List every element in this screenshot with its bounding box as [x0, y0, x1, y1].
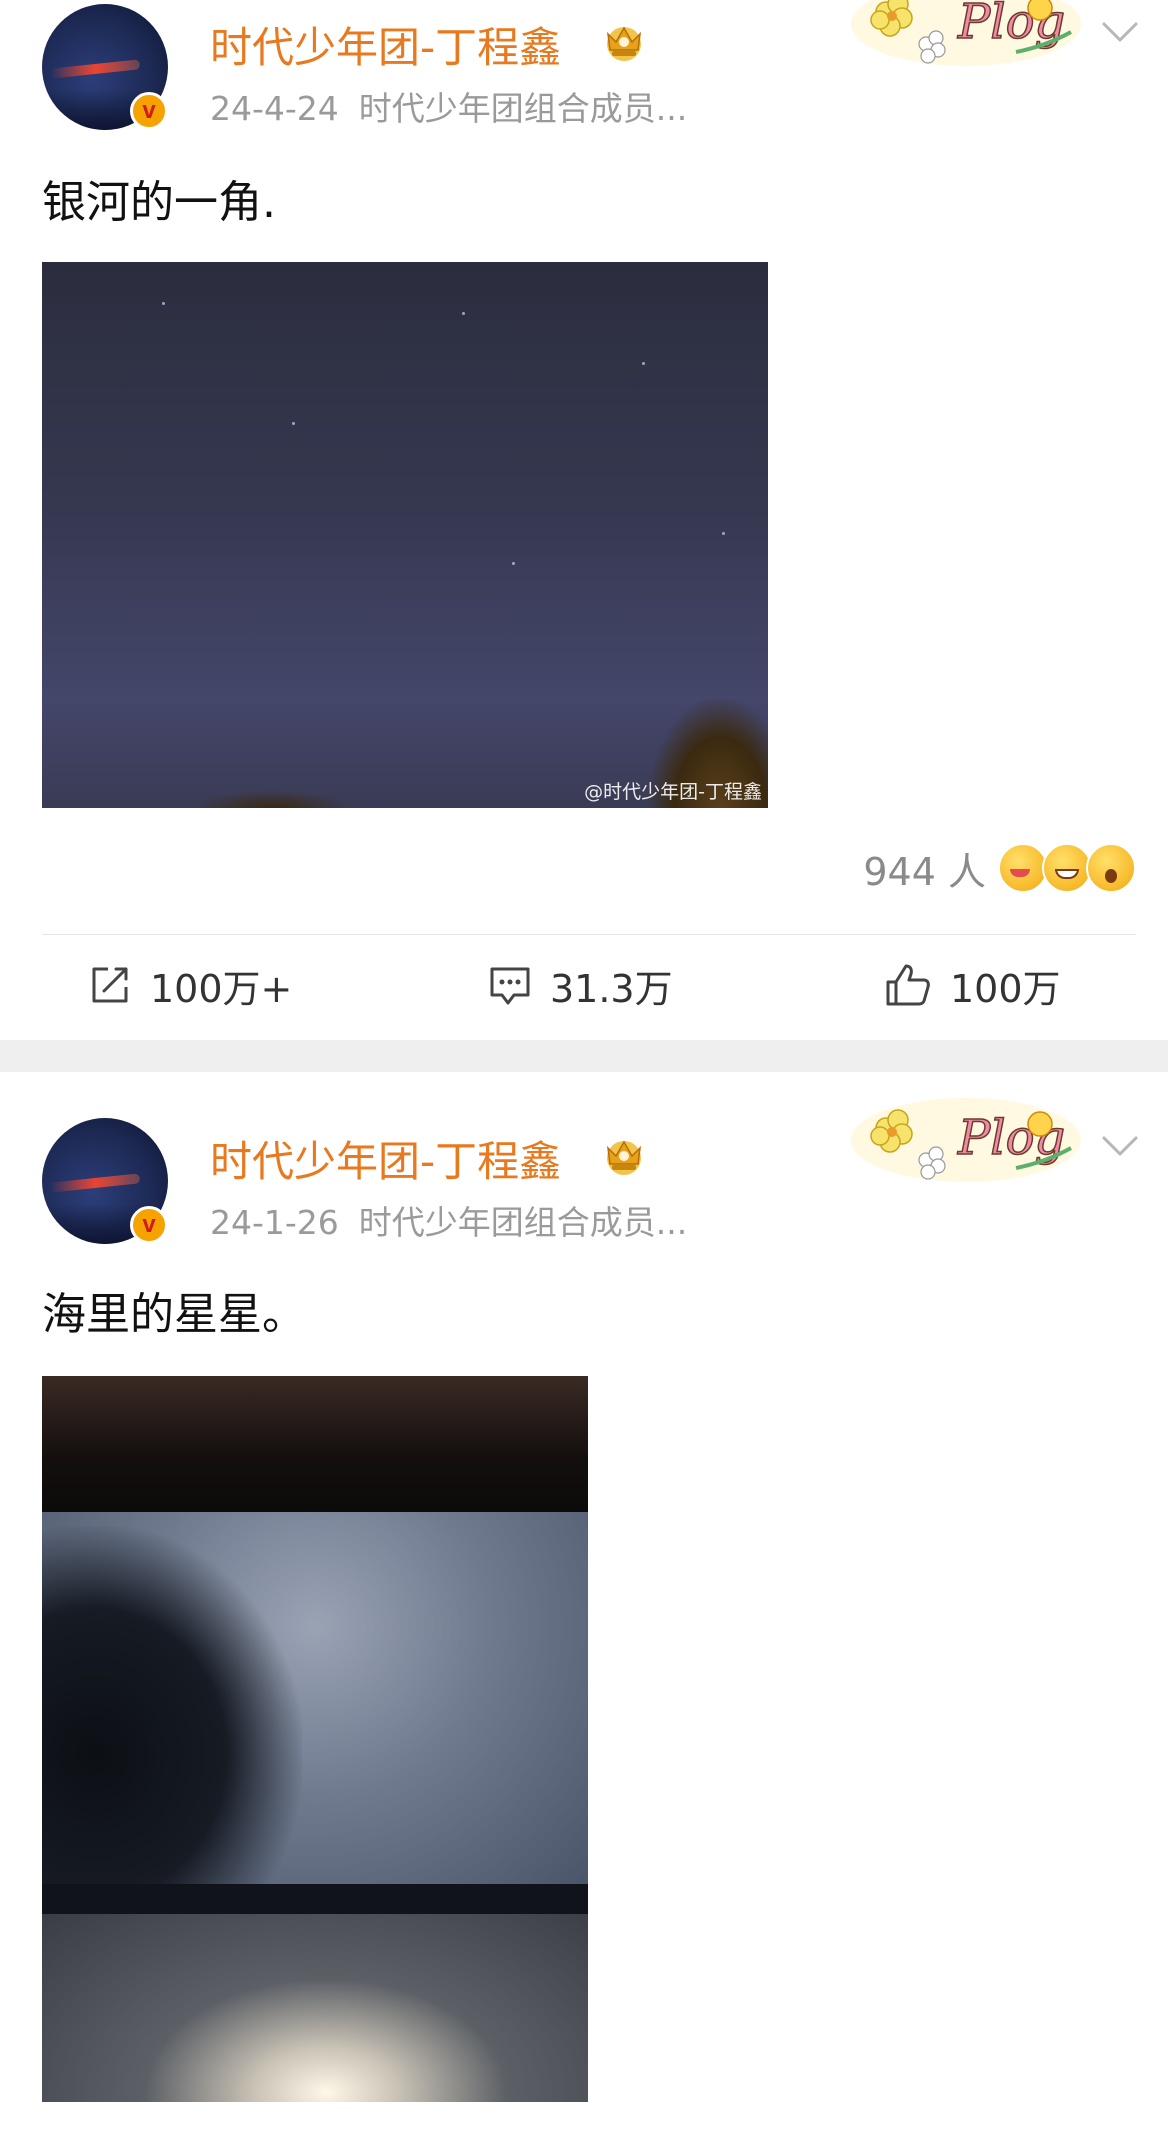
tree-silhouette [42, 1526, 302, 1906]
comment-button[interactable]: 31.3万 [488, 950, 673, 1020]
post-date: 24-4-24 [210, 89, 339, 128]
laugh-emoji-icon [1042, 843, 1092, 893]
image-watermark: @时代少年团-丁程鑫 [584, 781, 762, 803]
post-separator [0, 1040, 1168, 1072]
crown-icon [606, 1140, 642, 1175]
post-meta: 24-4-24 时代少年团组合成员... [210, 82, 687, 130]
post-text: 海里的星星。 [42, 1289, 306, 1340]
reaction-summary[interactable]: 944 人 [863, 840, 1136, 896]
comment-count: 31.3万 [550, 966, 673, 1011]
chevron-down-icon[interactable] [1100, 18, 1140, 46]
chevron-down-icon[interactable] [1100, 1132, 1140, 1160]
like-button[interactable]: 100万 [884, 950, 1061, 1020]
reaction-count: 944 人 [863, 849, 986, 894]
post-source: 时代少年团组合成员... [358, 1203, 688, 1242]
post-meta: 24-1-26 时代少年团组合成员... [210, 1196, 687, 1244]
like-icon [886, 964, 930, 1006]
image-mid-band [42, 1884, 588, 1914]
weibo-post: v 时代少年团-丁程鑫 24-4-24 时代少年团组合成员... Plog 银河的… [0, 0, 1168, 1040]
plog-sticker: Plog [851, 0, 1081, 66]
avatar-streak [49, 59, 141, 79]
share-count: 100万+ [150, 966, 293, 1011]
divider [42, 934, 1136, 935]
shock-emoji-icon [1086, 843, 1136, 893]
share-button[interactable]: 100万+ [88, 950, 292, 1020]
plog-sticker: Plog [851, 1098, 1081, 1182]
crown-icon [606, 26, 642, 61]
image-sparkles [42, 1914, 588, 2102]
like-count: 100万 [950, 966, 1061, 1011]
blush-emoji-icon [998, 843, 1048, 893]
post-source: 时代少年团组合成员... [358, 89, 688, 128]
weibo-post: v 时代少年团-丁程鑫 24-1-26 时代少年团组合成员... Plog 海里的… [0, 1072, 1168, 2132]
post-text: 银河的一角. [42, 177, 276, 228]
verified-badge: v [130, 1206, 168, 1244]
avatar-streak [49, 1173, 141, 1193]
post-date: 24-1-26 [210, 1203, 339, 1242]
share-icon [92, 967, 128, 1003]
username[interactable]: 时代少年团-丁程鑫 [210, 1128, 561, 1189]
action-bar: 100万+ 31.3万 100万 [0, 950, 1168, 1020]
verified-badge: v [130, 92, 168, 130]
treeline [192, 790, 352, 808]
post-image[interactable]: @时代少年团-丁程鑫 [42, 262, 768, 808]
image-top-band [42, 1376, 588, 1512]
comment-icon [490, 967, 530, 1005]
post-image[interactable] [42, 1376, 588, 2102]
username[interactable]: 时代少年团-丁程鑫 [210, 14, 561, 75]
